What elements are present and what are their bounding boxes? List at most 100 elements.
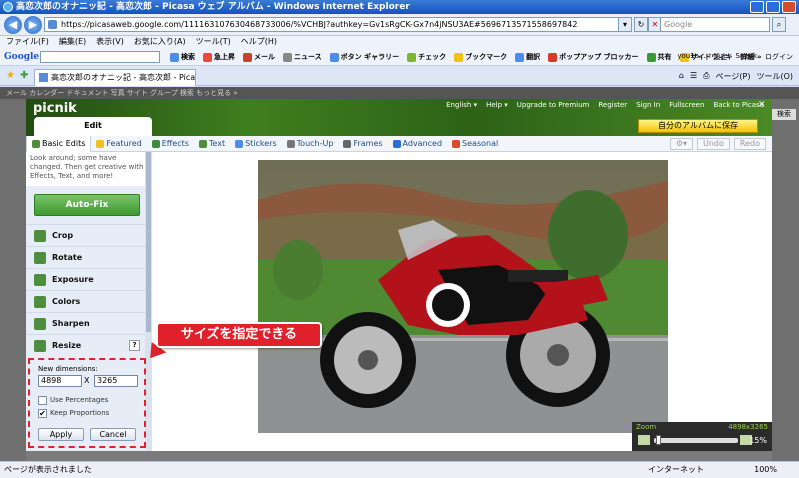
refresh-button[interactable]: ↻ <box>634 17 648 32</box>
toolbar-news[interactable]: ニュース <box>283 52 322 62</box>
toolbar-gallery[interactable]: ボタン ギャラリー <box>329 52 399 62</box>
address-dropdown-button[interactable]: ▾ <box>618 17 632 32</box>
toolbar-mail[interactable]: メール <box>243 52 275 62</box>
close-window-button[interactable] <box>782 1 796 13</box>
tool-rotate[interactable]: Rotate <box>26 246 146 268</box>
sign-in-link[interactable]: Sign In <box>636 101 660 109</box>
tab-effects[interactable]: Effects <box>147 136 194 152</box>
minimize-button[interactable] <box>750 1 764 13</box>
zoom-out-icon[interactable] <box>638 435 650 445</box>
toolbar-check[interactable]: チェック <box>407 52 446 62</box>
tab-frames[interactable]: Frames <box>338 136 387 152</box>
tool-crop[interactable]: Crop <box>26 224 146 246</box>
tab-touch-up[interactable]: Touch-Up <box>282 136 339 152</box>
tab-seasonal[interactable]: Seasonal <box>447 136 503 152</box>
picnik-top-links: English ▾ Help ▾ Upgrade to Premium Regi… <box>446 101 764 109</box>
toolbar-snap[interactable]: Sneak <box>735 52 757 62</box>
close-icon[interactable]: ✕ <box>758 100 768 110</box>
search-icon <box>170 52 179 62</box>
toolbar-trending[interactable]: 急上昇 <box>203 52 235 62</box>
tool-exposure[interactable]: Exposure <box>26 268 146 290</box>
menu-favorites[interactable]: お気に入り(A) <box>134 36 186 48</box>
toolbar-share[interactable]: 共有 <box>646 52 672 62</box>
tab-stickers[interactable]: Stickers <box>230 136 282 152</box>
language-menu[interactable]: English ▾ <box>446 101 477 109</box>
toolbar-translate[interactable]: 翻訳 <box>515 52 540 62</box>
google-search-button[interactable]: 検索 <box>170 52 195 62</box>
tool-sharpen[interactable]: Sharpen <box>26 312 146 334</box>
tab-favicon-icon <box>39 73 48 82</box>
keep-proportions-label: Keep Proportions <box>50 409 110 417</box>
google-search-input[interactable] <box>40 51 160 63</box>
cancel-button[interactable]: Cancel <box>90 428 136 441</box>
redo-button[interactable]: Redo <box>733 138 766 150</box>
settings-gear-button[interactable]: ⚙▾ <box>669 138 693 150</box>
tab-featured[interactable]: Featured <box>91 136 146 152</box>
tool-resize[interactable]: Resize? <box>26 334 146 356</box>
tool-colors[interactable]: Colors <box>26 290 146 312</box>
sharpen-icon <box>34 318 46 330</box>
zoom-slider[interactable] <box>654 438 738 443</box>
edit-tab[interactable]: Edit <box>34 117 152 136</box>
auto-fix-button[interactable]: Auto-Fix <box>34 194 140 216</box>
tools-menu[interactable]: ツール(O) <box>756 71 793 82</box>
fullscreen-link[interactable]: Fullscreen <box>669 101 704 109</box>
forward-button[interactable]: ▶ <box>24 16 42 34</box>
address-field[interactable]: https://picasaweb.google.com/11116310763… <box>44 17 629 32</box>
menu-help[interactable]: ヘルプ(H) <box>241 36 277 48</box>
print-icon[interactable]: ⎙ <box>703 71 709 82</box>
tools-panel-scrollbar[interactable] <box>145 152 152 451</box>
use-percentages-checkbox[interactable] <box>38 396 47 405</box>
address-bar-row: ◀ ▶ https://picasaweb.google.com/1111631… <box>0 14 799 36</box>
picasa-search-button[interactable]: 検索 <box>772 109 796 120</box>
security-zone: インターネット <box>648 465 704 474</box>
toolbar-account[interactable]: you1o... <box>677 52 705 62</box>
browser-tab[interactable]: 高恋次郎のオナニッ記 - 高恋次郎 - Picasa ウェブ ア... <box>34 69 196 86</box>
back-to-picasa-link[interactable]: Back to Picasa <box>713 101 764 109</box>
add-favorite-icon[interactable]: ✚ <box>20 70 28 81</box>
google-logo: Google <box>4 52 40 62</box>
help-menu[interactable]: Help ▾ <box>486 101 508 109</box>
menu-view[interactable]: 表示(V) <box>96 36 124 48</box>
popup-blocker-icon <box>548 52 558 62</box>
search-go-button[interactable]: ⌕ <box>772 17 786 32</box>
help-icon[interactable]: ? <box>129 340 140 351</box>
toolbar-bookmarks[interactable]: ブックマーク <box>454 52 507 62</box>
tab-text[interactable]: Text <box>194 136 230 152</box>
frames-icon <box>343 139 352 148</box>
menu-edit[interactable]: 編集(E) <box>59 36 86 48</box>
page-menu[interactable]: ページ(P) <box>716 71 751 82</box>
apply-button[interactable]: Apply <box>38 428 84 441</box>
register-link[interactable]: Register <box>598 101 627 109</box>
use-percentages-label: Use Percentages <box>50 396 109 404</box>
scrollbar-thumb[interactable] <box>146 152 151 332</box>
feeds-icon[interactable]: ☰ <box>690 71 697 82</box>
keep-proportions-checkbox[interactable]: ✔ <box>38 409 47 418</box>
tab-basic-edits[interactable]: Basic Edits <box>26 135 92 152</box>
picasa-right-margin: 検索 <box>772 99 799 461</box>
status-text: ページが表示されました <box>4 465 92 474</box>
home-icon[interactable]: ⌂ <box>679 71 684 82</box>
browser-search-input[interactable]: Google <box>660 17 770 32</box>
resize-callout: サイズを指定できる <box>156 322 322 348</box>
rotate-icon <box>34 252 46 264</box>
undo-button[interactable]: Undo <box>697 138 730 150</box>
menu-file[interactable]: ファイル(F) <box>6 36 49 48</box>
toolbar-login[interactable]: ログイン <box>765 52 793 62</box>
gmail-icon <box>243 52 252 62</box>
tab-advanced[interactable]: Advanced <box>388 136 448 152</box>
height-input[interactable]: 3265 <box>94 375 138 387</box>
zoom-panel: Zoom 4898x3265 15% <box>632 422 772 451</box>
save-to-album-button[interactable]: 自分のアルバムに保存 <box>638 119 758 133</box>
auto-fix-label: Auto-Fix <box>65 200 109 210</box>
page-zoom[interactable]: 100% <box>754 462 777 478</box>
favorites-star-icon[interactable]: ★ <box>6 70 15 81</box>
menu-tools[interactable]: ツール(T) <box>196 36 231 48</box>
width-input[interactable]: 4898 <box>38 375 82 387</box>
upgrade-link[interactable]: Upgrade to Premium <box>517 101 590 109</box>
zoom-slider-handle[interactable] <box>656 435 661 445</box>
maximize-button[interactable] <box>766 1 780 13</box>
back-button[interactable]: ◀ <box>4 16 22 34</box>
toolbar-popup-blocker[interactable]: ポップアップ ブロッカー <box>548 52 639 62</box>
toolbar-settings[interactable]: 設定 <box>713 52 727 62</box>
